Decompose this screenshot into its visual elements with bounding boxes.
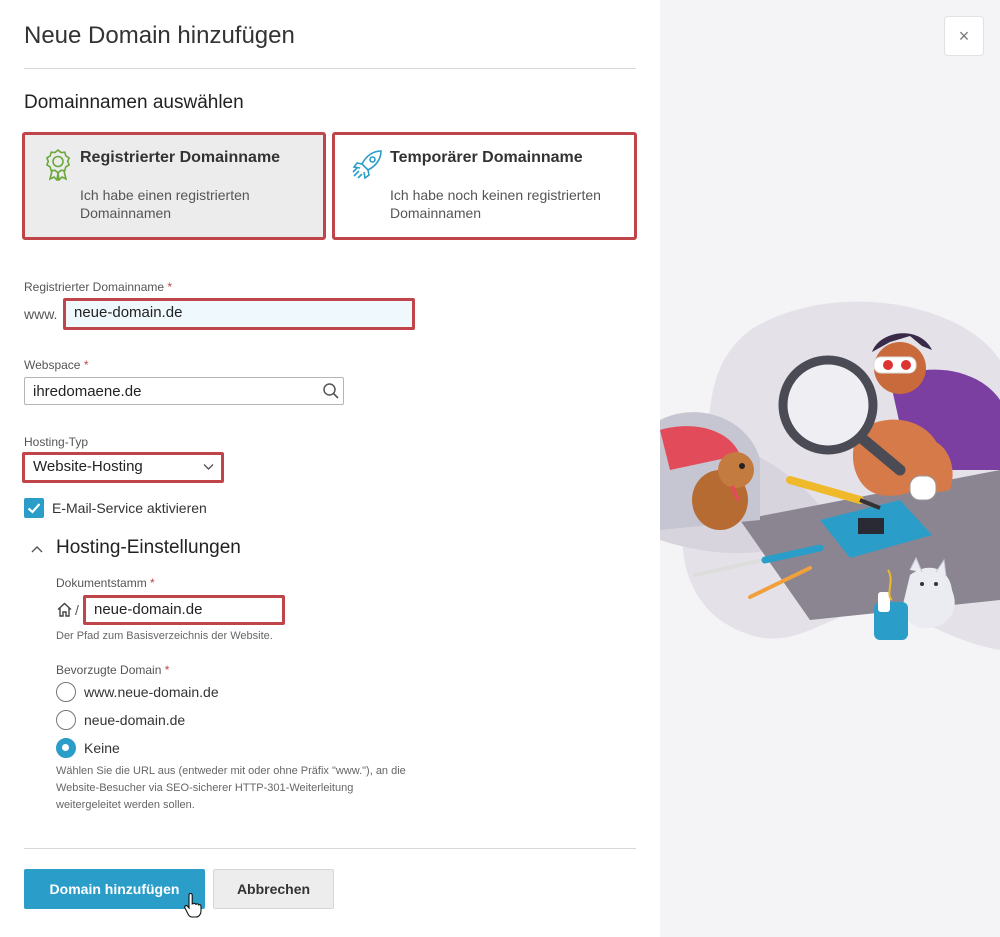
required-marker: * (150, 576, 155, 590)
chevron-up-icon[interactable] (31, 545, 43, 553)
docroot-label-text: Dokumentstamm (56, 576, 147, 590)
hosting-settings-title[interactable]: Hosting-Einstellungen (56, 537, 241, 559)
preferred-domain-label: Bevorzugte Domain * (56, 663, 169, 677)
radio-none[interactable] (56, 738, 76, 758)
path-separator: / (75, 602, 79, 618)
registered-domain-card[interactable]: Registrierter Domainname Ich habe einen … (22, 132, 326, 240)
domain-name-input[interactable]: neue-domain.de (63, 298, 415, 330)
registered-domain-card-title: Registrierter Domainname (80, 149, 281, 166)
checkmark-icon (27, 503, 41, 514)
webspace-input-value: ihredomaene.de (33, 383, 142, 400)
required-marker: * (83, 358, 89, 372)
radio-none-label[interactable]: Keine (84, 740, 120, 756)
section-title: Domainnamen auswählen (24, 92, 244, 113)
email-service-checkbox[interactable] (24, 498, 44, 518)
hosting-type-select[interactable]: Website-Hosting (22, 452, 224, 483)
preferred-domain-hint: Wählen Sie die URL aus (entweder mit ode… (56, 763, 406, 814)
domain-name-label-text: Registrierter Domainname (24, 280, 165, 294)
webspace-label-text: Webspace (24, 358, 81, 372)
chevron-down-icon (203, 464, 214, 470)
temporary-domain-card-title: Temporärer Domainname (390, 149, 583, 166)
close-button[interactable]: × (944, 16, 984, 56)
close-icon: × (958, 25, 970, 46)
hosting-type-value: Website-Hosting (33, 458, 143, 475)
webspace-label: Webspace * (24, 358, 89, 372)
registered-domain-card-desc: Ich habe einen registrierten Domainnamen (80, 187, 250, 221)
radio-plain-domain-label[interactable]: neue-domain.de (84, 712, 185, 728)
radio-www-domain[interactable] (56, 682, 76, 702)
hand-cursor-icon (184, 893, 202, 918)
hosting-type-label: Hosting-Typ (24, 435, 89, 449)
docroot-hint: Der Pfad zum Basisverzeichnis der Websit… (56, 630, 273, 642)
developer-illustration (660, 301, 1000, 650)
docroot-label: Dokumentstamm * (56, 576, 155, 590)
footer-divider (24, 848, 636, 849)
search-icon[interactable] (322, 382, 340, 400)
hint-line: Website-Besucher via SEO-sicherer HTTP-3… (56, 782, 354, 794)
temporary-domain-card-desc: Ich habe noch keinen registrierten Domai… (390, 187, 601, 221)
add-domain-button[interactable]: Domain hinzufügen (24, 869, 205, 909)
dialog-title: Neue Domain hinzufügen (24, 22, 295, 49)
cancel-button[interactable]: Abbrechen (213, 869, 334, 909)
illustration-panel (660, 0, 1000, 937)
radio-www-domain-label[interactable]: www.neue-domain.de (84, 684, 219, 700)
www-prefix: www. (24, 306, 58, 322)
webspace-input[interactable]: ihredomaene.de (24, 377, 344, 405)
add-domain-dialog: Neue Domain hinzufügen Domainnamen auswä… (0, 0, 660, 937)
home-icon (57, 602, 72, 617)
title-divider (24, 68, 636, 69)
required-marker: * (164, 663, 170, 677)
rocket-icon (352, 150, 382, 180)
hint-line: Wählen Sie die URL aus (entweder mit ode… (56, 765, 406, 777)
preferred-domain-label-text: Bevorzugte Domain (56, 663, 162, 677)
radio-plain-domain[interactable] (56, 710, 76, 730)
award-badge-icon (45, 148, 71, 181)
hint-line: weitergeleitet werden sollen. (56, 799, 195, 811)
docroot-input[interactable]: neue-domain.de (83, 595, 285, 625)
domain-name-label: Registrierter Domainname * (24, 280, 172, 294)
temporary-domain-card[interactable]: Temporärer Domainname Ich habe noch kein… (332, 132, 637, 240)
required-marker: * (167, 280, 173, 294)
email-service-label[interactable]: E-Mail-Service aktivieren (52, 500, 207, 516)
